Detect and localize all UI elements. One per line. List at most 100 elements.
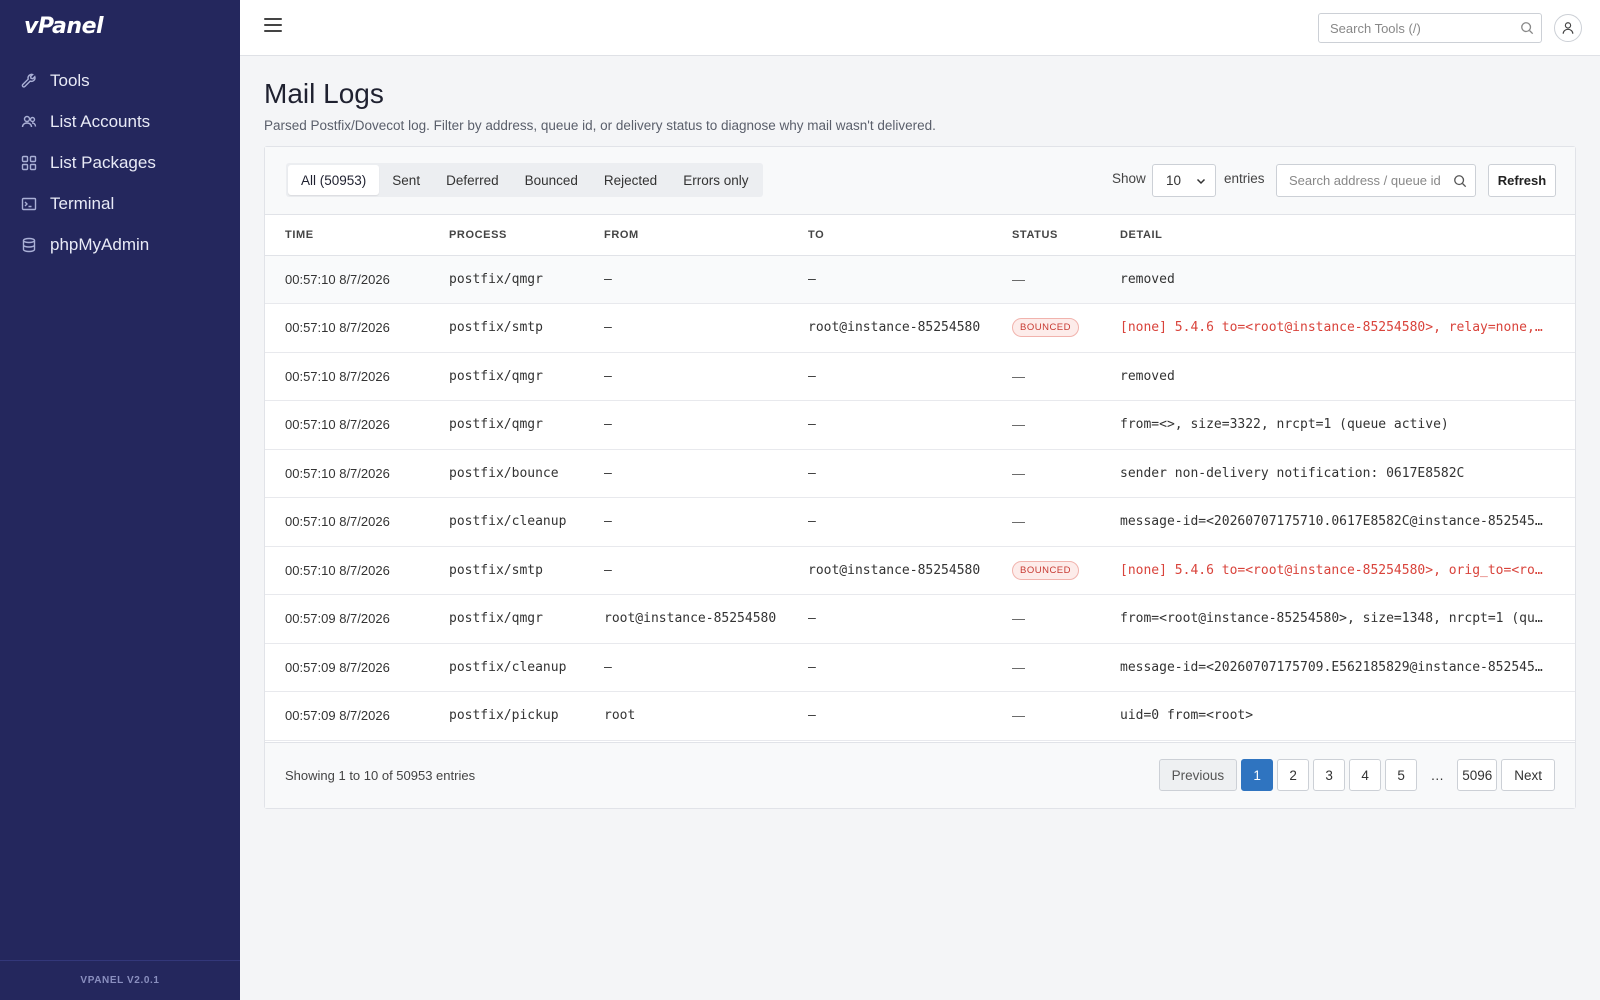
tab-rejected[interactable]: Rejected bbox=[591, 165, 670, 195]
column-header-status[interactable]: STATUS bbox=[992, 215, 1100, 256]
sidebar-item-list-accounts[interactable]: List Accounts bbox=[0, 101, 240, 142]
page-button-2[interactable]: 2 bbox=[1277, 759, 1310, 791]
tool-search-input[interactable] bbox=[1319, 14, 1509, 42]
cell-to: – bbox=[788, 352, 992, 401]
mail-log-table: TIME PROCESS FROM TO STATUS DETAIL 00:57… bbox=[265, 215, 1575, 741]
cell-to: – bbox=[788, 594, 992, 644]
page-button-last[interactable]: 5096 bbox=[1457, 759, 1498, 791]
log-search bbox=[1276, 164, 1476, 197]
table-row[interactable]: 00:57:09 8/7/2026 postfix/cleanup – – — messa… bbox=[265, 643, 1575, 692]
app-version: VPANEL V2.0.1 bbox=[0, 960, 240, 1000]
page-button-4[interactable]: 4 bbox=[1349, 759, 1382, 791]
detail-text: message-id=<20260707175709.E562185829@in… bbox=[1120, 659, 1550, 675]
sidebar-item-label: List Accounts bbox=[50, 111, 151, 131]
cell-to: – bbox=[788, 643, 992, 692]
cell-process: postfix/bounce bbox=[429, 449, 584, 498]
cell-status: BOUNCED bbox=[992, 546, 1100, 595]
cell-process: postfix/cleanup bbox=[429, 497, 584, 547]
page-button-1[interactable]: 1 bbox=[1241, 759, 1274, 791]
status-empty: — bbox=[1012, 465, 1025, 481]
pagination-ellipsis: … bbox=[1430, 767, 1444, 783]
cell-status: — bbox=[992, 497, 1100, 547]
column-header-time[interactable]: TIME bbox=[265, 215, 429, 256]
log-search-input[interactable] bbox=[1277, 165, 1447, 196]
cell-to: root@instance-85254580 bbox=[788, 303, 992, 353]
table-row[interactable]: 00:57:10 8/7/2026 postfix/qmgr – – — removed bbox=[265, 352, 1575, 401]
sidebar-item-tools[interactable]: Tools bbox=[0, 60, 240, 101]
table-row[interactable]: 00:57:09 8/7/2026 postfix/pickup root – — uid… bbox=[265, 691, 1575, 741]
cell-from: – bbox=[584, 546, 788, 595]
cell-process: postfix/qmgr bbox=[429, 352, 584, 401]
filter-bar: All (50953) Sent Deferred Bounced Reject… bbox=[265, 147, 1575, 215]
detail-text: [none] 5.4.6 to=<root@instance-85254580>… bbox=[1120, 562, 1550, 578]
table-row[interactable]: 00:57:09 8/7/2026 postfix/qmgr root@instan… bbox=[265, 594, 1575, 644]
tab-errors-only[interactable]: Errors only bbox=[670, 165, 761, 195]
tab-bounced[interactable]: Bounced bbox=[512, 165, 591, 195]
table-row[interactable]: 00:57:10 8/7/2026 postfix/smtp – root@insta… bbox=[265, 303, 1575, 353]
cell-status: — bbox=[992, 352, 1100, 401]
column-header-to[interactable]: TO bbox=[788, 215, 992, 256]
sidebar-item-phpmyadmin[interactable]: phpMyAdmin bbox=[0, 224, 240, 265]
cell-time: 00:57:09 8/7/2026 bbox=[265, 643, 429, 692]
sidebar-item-terminal[interactable]: Terminal bbox=[0, 183, 240, 224]
column-header-from[interactable]: FROM bbox=[584, 215, 788, 256]
user-avatar[interactable] bbox=[1554, 14, 1582, 42]
column-header-process[interactable]: PROCESS bbox=[429, 215, 584, 256]
table-row[interactable]: 00:57:10 8/7/2026 postfix/qmgr – – — from=<>,… bbox=[265, 400, 1575, 450]
status-badge: BOUNCED bbox=[1012, 318, 1080, 338]
search-icon bbox=[1521, 22, 1534, 35]
page-button-3[interactable]: 3 bbox=[1313, 759, 1346, 791]
cell-status: — bbox=[992, 400, 1100, 450]
status-empty: — bbox=[1012, 659, 1025, 675]
user-icon bbox=[1562, 22, 1574, 34]
cell-to: – bbox=[788, 497, 992, 547]
tab-all[interactable]: All (50953) bbox=[288, 165, 380, 195]
chevron-down-icon bbox=[1196, 178, 1206, 185]
wrench-icon bbox=[20, 72, 38, 90]
cell-time: 00:57:10 8/7/2026 bbox=[265, 303, 429, 353]
cell-time: 00:57:09 8/7/2026 bbox=[265, 594, 429, 644]
refresh-button[interactable]: Refresh bbox=[1488, 164, 1556, 197]
table-row[interactable]: 00:57:10 8/7/2026 postfix/smtp – root@insta… bbox=[265, 546, 1575, 595]
users-icon bbox=[20, 113, 38, 131]
previous-page-button[interactable]: Previous bbox=[1158, 759, 1238, 791]
detail-text: [none] 5.4.6 to=<root@instance-85254580>… bbox=[1120, 320, 1550, 336]
detail-text: uid=0 from=<root> bbox=[1120, 708, 1254, 724]
status-empty: — bbox=[1012, 514, 1025, 530]
cell-from: – bbox=[584, 497, 788, 547]
sidebar-item-label: Tools bbox=[50, 70, 90, 90]
mail-logs-card: All (50953) Sent Deferred Bounced Reject… bbox=[264, 146, 1576, 809]
cell-detail: message-id=<20260707175709.E562185829@in… bbox=[1100, 643, 1575, 692]
column-header-detail[interactable]: DETAIL bbox=[1100, 215, 1575, 256]
status-empty: — bbox=[1012, 368, 1025, 384]
cell-process: postfix/qmgr bbox=[429, 255, 584, 304]
menu-toggle-icon[interactable] bbox=[264, 18, 282, 36]
table-header-row: TIME PROCESS FROM TO STATUS DETAIL bbox=[265, 215, 1575, 256]
cell-from: root bbox=[584, 691, 788, 741]
tab-sent[interactable]: Sent bbox=[379, 165, 433, 195]
cell-time: 00:57:10 8/7/2026 bbox=[265, 546, 429, 595]
status-empty: — bbox=[1012, 417, 1025, 433]
table-row[interactable]: 00:57:10 8/7/2026 postfix/cleanup – – — messa… bbox=[265, 497, 1575, 547]
app-logo[interactable]: vPanel bbox=[24, 14, 104, 39]
cell-process: postfix/qmgr bbox=[429, 594, 584, 644]
table-row[interactable]: 00:57:10 8/7/2026 postfix/bounce – – — sender… bbox=[265, 449, 1575, 498]
sidebar-item-list-packages[interactable]: List Packages bbox=[0, 142, 240, 183]
cell-detail: from=<root@instance-85254580>, size=1348… bbox=[1100, 594, 1575, 644]
cell-detail: removed bbox=[1100, 352, 1575, 401]
table-row[interactable]: 00:57:10 8/7/2026 postfix/qmgr – – — removed bbox=[265, 255, 1575, 304]
cell-to: root@instance-85254580 bbox=[788, 546, 992, 595]
detail-text: removed bbox=[1120, 368, 1175, 384]
page-button-5[interactable]: 5 bbox=[1385, 759, 1418, 791]
table-footer: Showing 1 to 10 of 50953 entries Previou… bbox=[265, 742, 1575, 808]
next-page-button[interactable]: Next bbox=[1501, 759, 1555, 791]
detail-text: sender non-delivery notification: 0617E8… bbox=[1120, 465, 1465, 481]
tab-deferred[interactable]: Deferred bbox=[433, 165, 512, 195]
tool-search bbox=[1318, 13, 1542, 43]
page-size-select[interactable]: 10 bbox=[1152, 164, 1216, 197]
cell-status: — bbox=[992, 449, 1100, 498]
cell-from: – bbox=[584, 255, 788, 304]
pagination: Previous 1 2 3 4 5 … 5096 Next bbox=[1155, 759, 1555, 791]
cell-status: — bbox=[992, 691, 1100, 741]
cell-time: 00:57:09 8/7/2026 bbox=[265, 691, 429, 741]
